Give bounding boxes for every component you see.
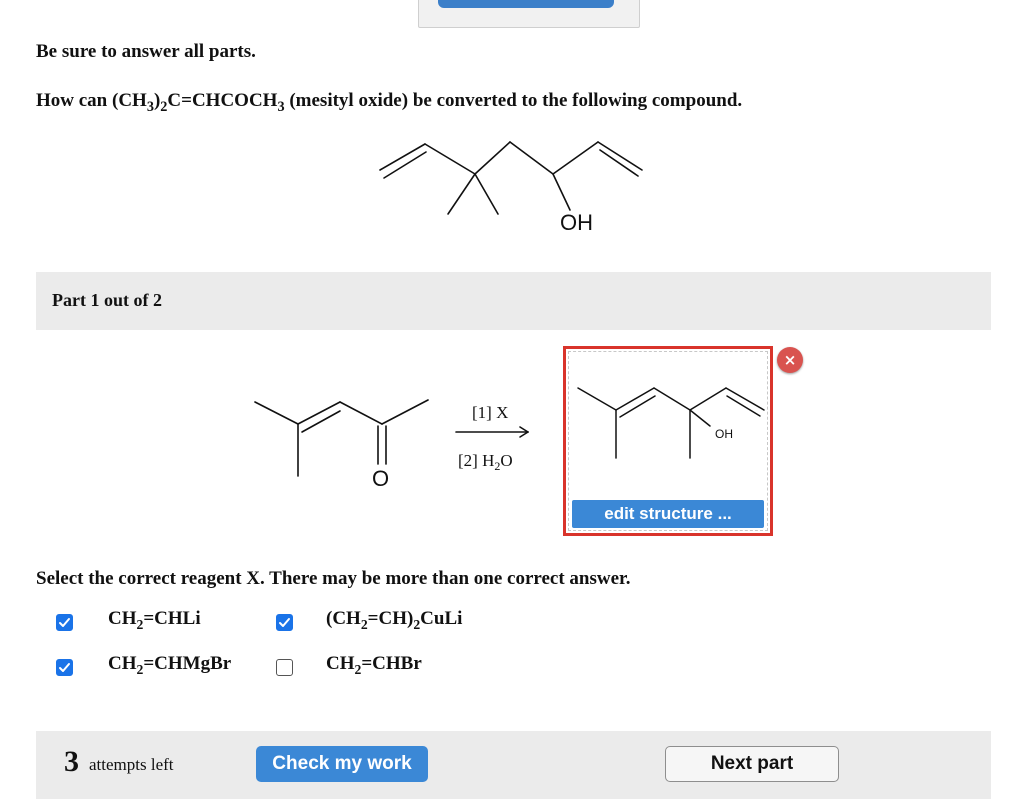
bond (474, 141, 511, 175)
product-hydroxyl-label: OH (715, 427, 733, 441)
bond (381, 399, 429, 425)
bond (447, 173, 476, 215)
bond (689, 409, 711, 427)
reagent-step-2: [2] H2O (458, 451, 513, 473)
bond (301, 410, 341, 433)
checkmark-icon (59, 618, 70, 627)
part-label: Part 1 out of 2 (52, 290, 162, 310)
bond (577, 387, 617, 411)
bond (552, 141, 599, 175)
bond (552, 173, 571, 211)
checkmark-icon (279, 618, 290, 627)
part-header (36, 272, 991, 330)
reagent-step-1: [1] X (472, 403, 508, 422)
bond (474, 173, 499, 215)
checkbox-option-1[interactable] (56, 614, 73, 631)
attempts-count: 3 (64, 745, 79, 778)
bond (509, 141, 554, 175)
checkbox-option-2[interactable] (276, 614, 293, 631)
bond (615, 387, 655, 411)
product-structure: OH (577, 387, 765, 459)
check-my-work-button[interactable]: Check my work (256, 746, 428, 782)
checkmark-icon (59, 663, 70, 672)
option-label-3[interactable]: CH2=CHMgBr (108, 653, 231, 678)
question-text: How can (CH3)2C=CHCOCH3 (mesityl oxide) … (36, 90, 743, 115)
hydroxyl-label: OH (560, 210, 593, 235)
next-part-button[interactable]: Next part (665, 746, 839, 782)
reaction-scheme: O [1] X [2] H2O (254, 399, 529, 490)
carbonyl-oxygen-label: O (372, 466, 389, 490)
bond (424, 143, 476, 175)
bond (339, 401, 383, 425)
bond (653, 387, 691, 411)
select-prompt: Select the correct reagent X. There may … (36, 568, 631, 589)
top-button[interactable] (438, 0, 614, 8)
bond (297, 401, 341, 425)
edit-structure-button[interactable]: edit structure ... (572, 500, 764, 528)
option-label-4[interactable]: CH2=CHBr (326, 653, 422, 678)
bond (254, 401, 299, 425)
close-icon[interactable]: × (777, 347, 803, 373)
option-label-1[interactable]: CH2=CHLi (108, 608, 201, 633)
target-structure: OH (379, 141, 643, 235)
checkbox-option-4[interactable] (276, 659, 293, 676)
instruction-text: Be sure to answer all parts. (36, 41, 256, 62)
bond (689, 387, 727, 411)
attempts-label: attempts left (89, 755, 174, 774)
checkbox-option-3[interactable] (56, 659, 73, 676)
footer-bar (36, 731, 991, 799)
bond (726, 395, 761, 417)
option-label-2[interactable]: (CH2=CH)2CuLi (326, 608, 462, 633)
bond (619, 395, 656, 418)
bond (597, 141, 643, 171)
